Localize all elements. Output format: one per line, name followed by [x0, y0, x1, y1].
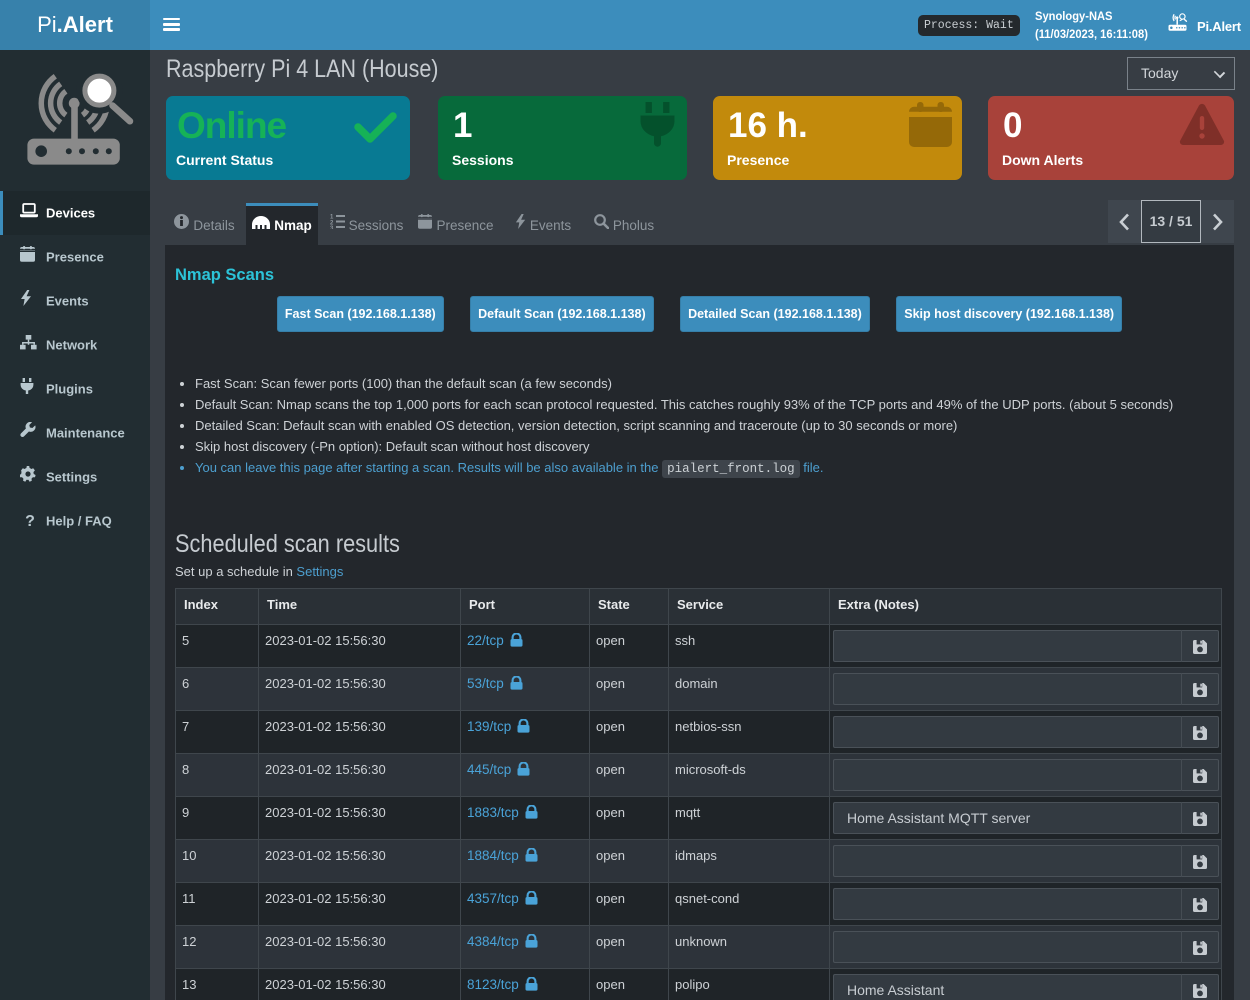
svg-text:3: 3	[330, 226, 334, 229]
